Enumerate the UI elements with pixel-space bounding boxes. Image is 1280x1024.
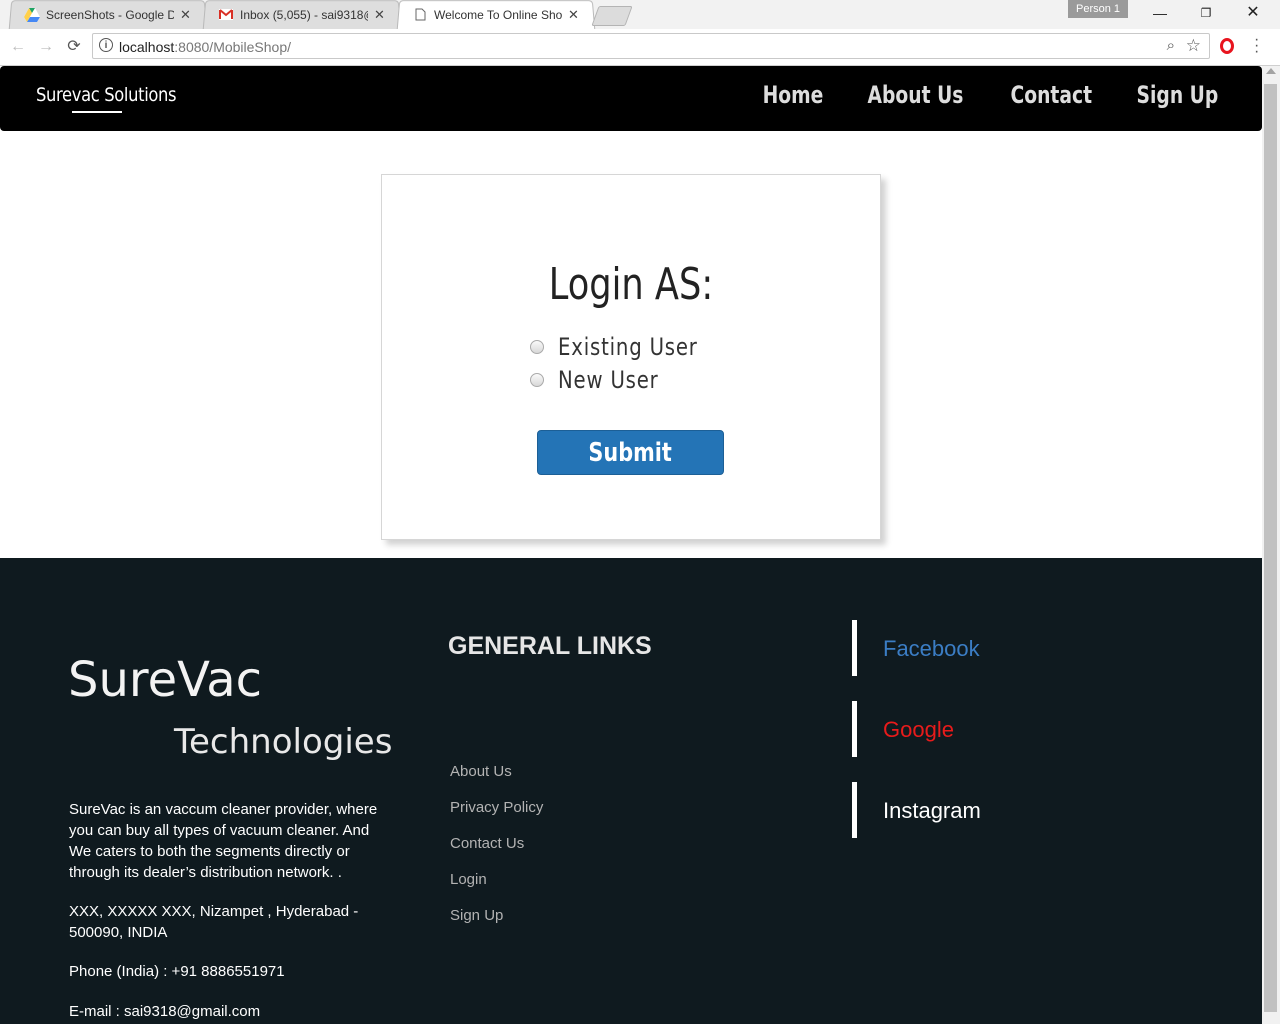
scrollbar-thumb[interactable] [1264, 84, 1277, 1012]
facebook-link[interactable]: Facebook [883, 636, 980, 662]
existing-user-radio[interactable] [530, 340, 544, 354]
footer-link-login[interactable]: Login [450, 871, 487, 888]
browser-toolbar: ← → ⟳ i localhost:8080/MobileShop/ ⌕ ☆ ·… [0, 29, 1280, 66]
close-window-icon[interactable]: ✕ [1238, 3, 1268, 23]
footer-link-signup[interactable]: Sign Up [450, 907, 503, 924]
back-arrow-icon[interactable]: ← [8, 37, 28, 57]
nav-contact-link[interactable]: Contact [1010, 81, 1092, 109]
footer-logo-title: SureVac [68, 652, 263, 708]
footer-address: XXX, XXXXX XXX, Nizampet , Hyderabad - 5… [69, 903, 359, 941]
nav-links: Home About Us Contact Sign Up [762, 81, 1222, 109]
instagram-link[interactable]: Instagram [883, 798, 981, 824]
tab-title: Inbox (5,055) - sai9318@ [240, 7, 368, 22]
opera-extension-icon[interactable] [1220, 38, 1234, 54]
browser-tab-inbox[interactable]: Inbox (5,055) - sai9318@ ✕ [202, 0, 402, 30]
page-viewport: Surevac Solutions Home About Us Contact … [0, 66, 1262, 1024]
existing-user-option[interactable]: Existing User [530, 333, 728, 361]
url-text: localhost:8080/MobileShop/ [119, 39, 292, 55]
footer-about-text: SureVac is an vaccum cleaner provider, w… [69, 801, 378, 881]
page-icon [412, 7, 428, 23]
browser-tab-online-shop[interactable]: Welcome To Online Shop ✕ [396, 0, 596, 30]
login-card: Login AS: Existing User New User Submit [381, 174, 881, 540]
forward-arrow-icon[interactable]: → [36, 37, 56, 57]
google-link[interactable]: Google [883, 717, 954, 743]
social-divider [852, 620, 857, 676]
page-scrollbar[interactable] [1262, 66, 1280, 1024]
footer: SureVac Technologies SureVac is an vaccu… [0, 558, 1262, 1024]
zoom-icon[interactable]: ⌕ [1167, 37, 1175, 54]
reload-icon[interactable]: ⟳ [64, 37, 84, 57]
tab-title: ScreenShots - Google Dr [46, 7, 174, 22]
nav-about-link[interactable]: About Us [867, 81, 963, 109]
footer-phone: Phone (India) : +91 8886551971 [69, 963, 285, 980]
brand-underline [72, 111, 122, 113]
restore-icon[interactable]: ❐ [1191, 3, 1221, 23]
info-icon[interactable]: i [99, 38, 113, 52]
browser-tab-strip: ScreenShots - Google Dr ✕ Inbox (5,055) … [0, 0, 1280, 30]
social-divider [852, 701, 857, 757]
existing-user-label: Existing User [558, 333, 698, 361]
footer-logo-subtitle: Technologies [174, 722, 393, 762]
footer-link-contact[interactable]: Contact Us [450, 835, 524, 852]
submit-button[interactable]: Submit [537, 430, 724, 475]
close-tab-icon[interactable]: ✕ [374, 7, 385, 23]
nav-home-link[interactable]: Home [762, 81, 823, 109]
site-navbar: Surevac Solutions Home About Us Contact … [0, 66, 1262, 131]
nav-signup-link[interactable]: Sign Up [1137, 81, 1219, 109]
social-divider [852, 782, 857, 838]
new-user-label: New User [558, 366, 659, 394]
new-user-radio[interactable] [530, 373, 544, 387]
tab-title: Welcome To Online Shop [434, 7, 562, 22]
address-bar[interactable]: i localhost:8080/MobileShop/ ⌕ ☆ [92, 33, 1210, 59]
general-links-heading: GENERAL LINKS [448, 632, 652, 660]
profile-button[interactable]: Person 1 [1068, 0, 1128, 18]
new-tab-button[interactable] [591, 6, 633, 26]
google-drive-icon [24, 7, 40, 23]
login-title: Login AS: [548, 259, 714, 310]
new-user-option[interactable]: New User [530, 366, 681, 394]
gmail-icon [218, 7, 234, 23]
minimize-icon[interactable]: — [1145, 3, 1175, 23]
bookmark-star-icon[interactable]: ☆ [1186, 36, 1201, 56]
close-tab-icon[interactable]: ✕ [568, 7, 579, 23]
close-tab-icon[interactable]: ✕ [180, 7, 191, 23]
brand-logo[interactable]: Surevac Solutions [36, 84, 177, 106]
footer-email: E-mail : sai9318@gmail.com [69, 1003, 261, 1020]
browser-menu-icon[interactable]: · · · [1254, 32, 1259, 60]
footer-link-about[interactable]: About Us [450, 763, 512, 780]
footer-link-privacy[interactable]: Privacy Policy [450, 799, 543, 816]
browser-tab-screenshots[interactable]: ScreenShots - Google Dr ✕ [8, 0, 208, 30]
scroll-up-arrow-icon[interactable] [1266, 68, 1276, 74]
